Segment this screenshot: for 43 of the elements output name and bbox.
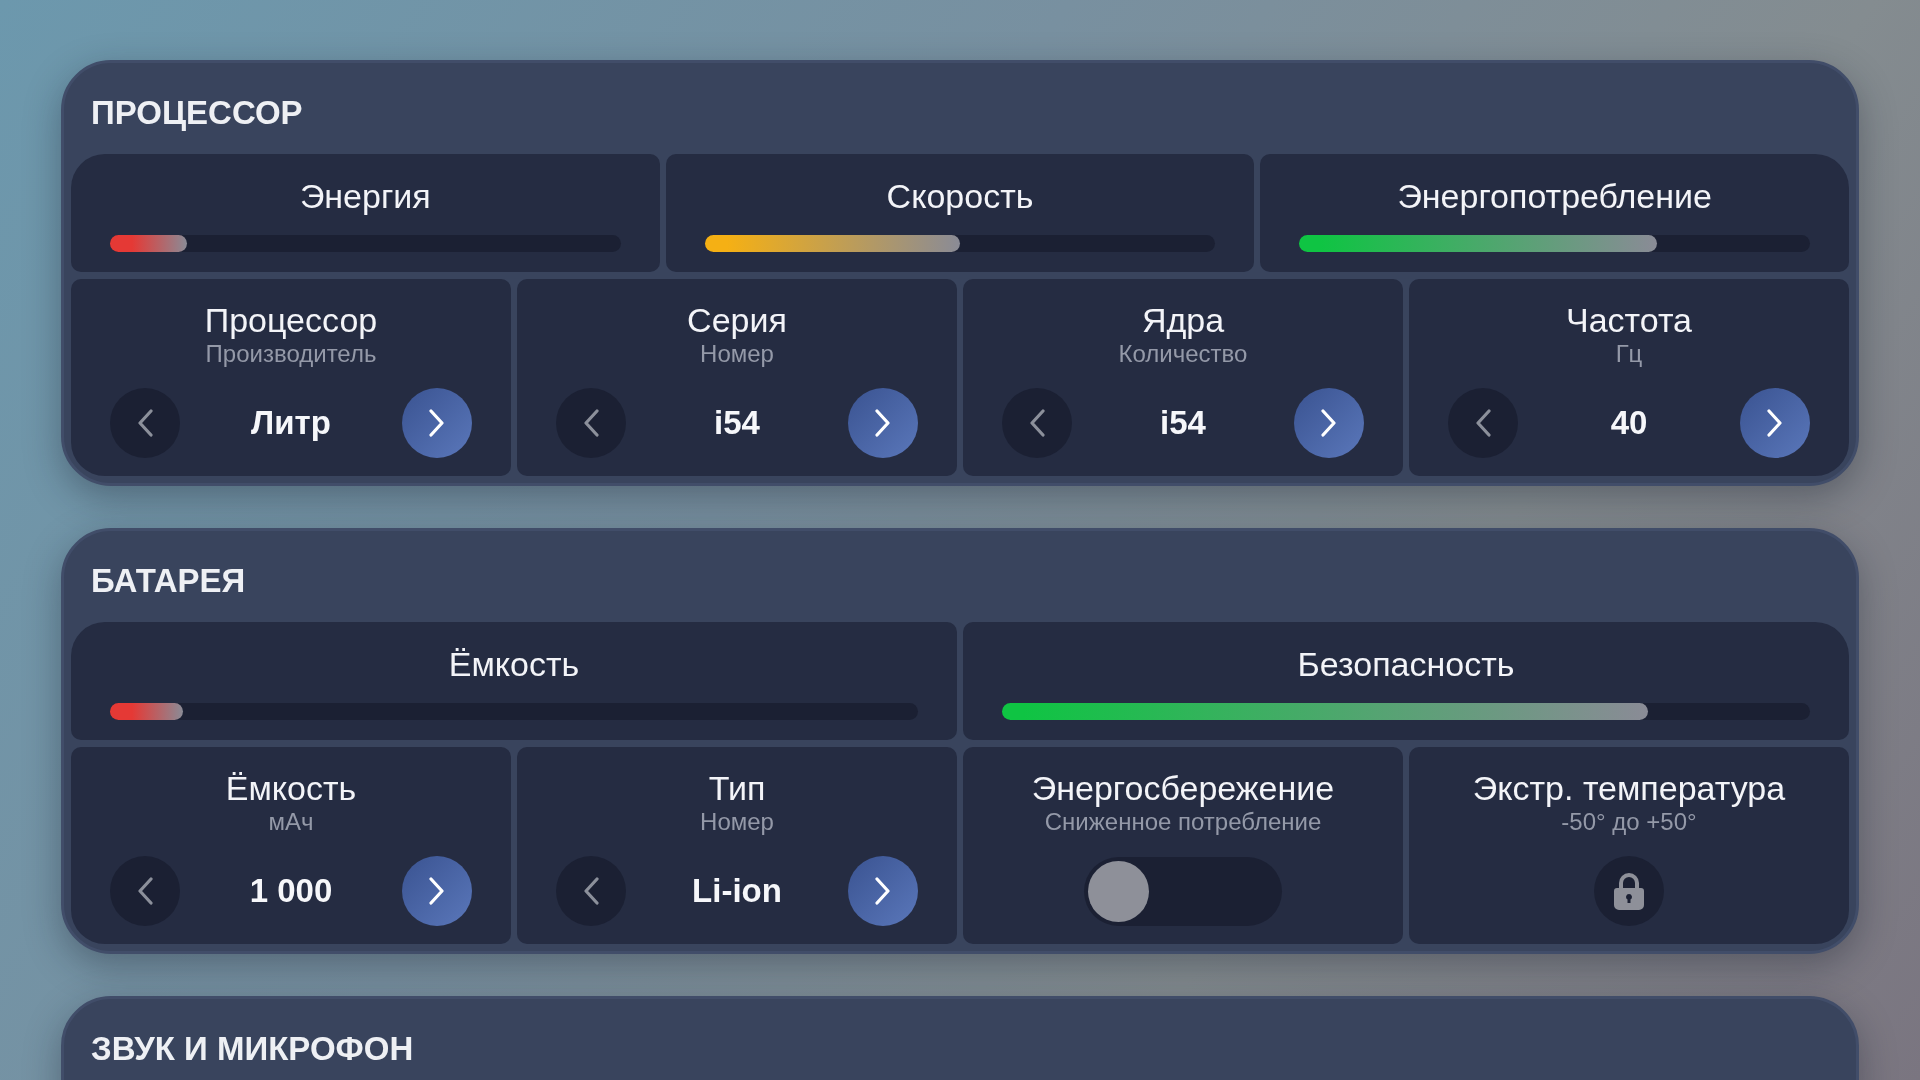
meter-label: Скорость	[886, 178, 1034, 214]
setting-subtitle: Производитель	[205, 341, 377, 367]
padlock-icon	[1614, 872, 1644, 910]
setting-subtitle: Количество	[1118, 341, 1248, 367]
setting-value: i54	[1160, 403, 1206, 443]
setting-subtitle: Гц	[1615, 341, 1643, 367]
setting-title: Тип	[708, 770, 766, 806]
chevron-left-icon	[137, 877, 153, 905]
setting-value: 40	[1610, 403, 1648, 443]
setting-title: Частота	[1566, 302, 1692, 338]
chevron-left-icon	[583, 409, 599, 437]
setting-value: Литр	[251, 403, 331, 443]
meter-label: Энергопотребление	[1397, 178, 1712, 214]
chevron-right-icon	[429, 877, 445, 905]
chevron-left-icon	[1475, 409, 1491, 437]
section-title: ЗВУК И МИКРОФОН	[91, 1028, 414, 1069]
setting-subtitle: Номер	[700, 341, 774, 367]
chevron-right-icon	[429, 409, 445, 437]
chevron-right-icon	[875, 877, 891, 905]
setting-title: Ёмкость	[225, 770, 357, 806]
setting-title: Ядра	[1141, 302, 1225, 338]
setting-value: Li-ion	[692, 871, 782, 911]
chevron-right-icon	[1321, 409, 1337, 437]
section-title: БАТАРЕЯ	[91, 560, 246, 601]
setting-value: i54	[714, 403, 760, 443]
setting-title: Процессор	[204, 302, 378, 338]
setting-subtitle: -50° до +50°	[1561, 809, 1697, 835]
setting-title: Энергосбережение	[1031, 770, 1335, 806]
meter-label: Энергия	[299, 178, 431, 214]
setting-title: Серия	[687, 302, 787, 338]
setting-value: 1 000	[249, 871, 333, 911]
chevron-right-icon	[875, 409, 891, 437]
meter-label: Безопасность	[1297, 646, 1515, 682]
chevron-left-icon	[583, 877, 599, 905]
chevron-right-icon	[1767, 409, 1783, 437]
setting-subtitle: мАч	[268, 809, 314, 835]
section-title: ПРОЦЕССОР	[91, 92, 303, 133]
setting-subtitle: Сниженное потребление	[1044, 809, 1322, 835]
meter-label: Ёмкость	[448, 646, 580, 682]
chevron-left-icon	[137, 409, 153, 437]
setting-title: Экстр. температура	[1472, 770, 1786, 806]
setting-subtitle: Номер	[700, 809, 774, 835]
chevron-left-icon	[1029, 409, 1045, 437]
